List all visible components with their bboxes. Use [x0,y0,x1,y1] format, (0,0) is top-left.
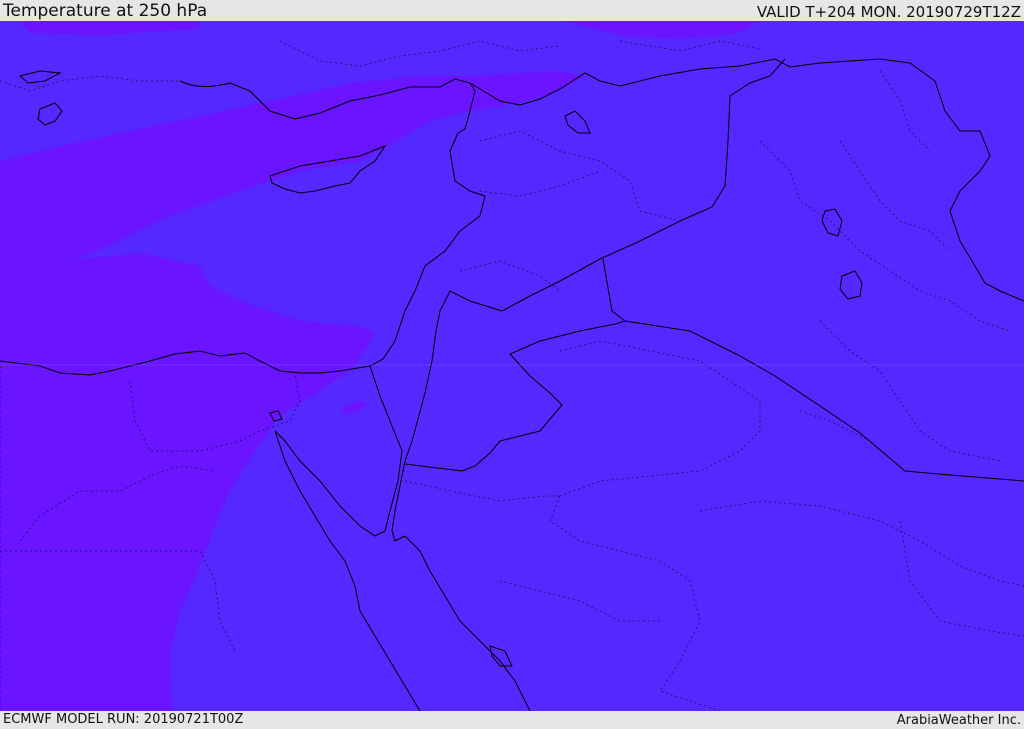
valid-time-label: VALID T+204 MON. 20190729T12Z [756,3,1021,21]
footer-bar: ECMWF MODEL RUN: 20190721T00Z ArabiaWeat… [0,711,1024,729]
header-bar: Temperature at 250 hPa VALID T+204 MON. … [0,0,1024,21]
map-title: Temperature at 250 hPa [3,1,208,21]
model-run-label: ECMWF MODEL RUN: 20190721T00Z [3,712,244,727]
credit-label: ArabiaWeather Inc. [896,713,1021,728]
weather-map [0,21,1024,711]
